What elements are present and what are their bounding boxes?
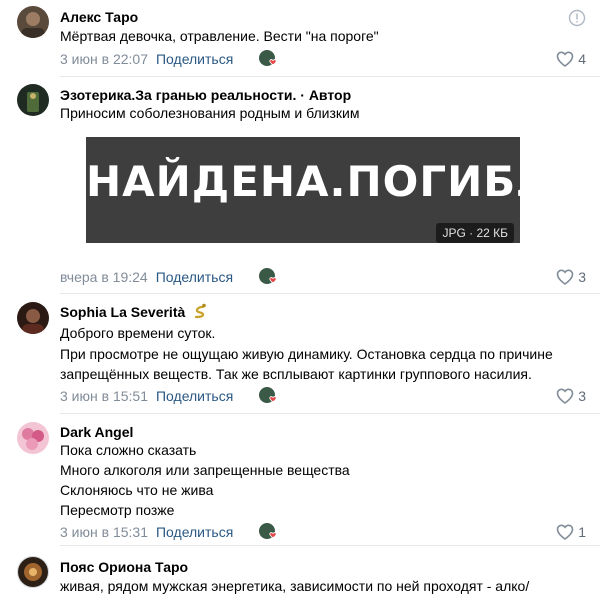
comment-item: Sophia La Severità Доброго времени суток…	[0, 294, 600, 414]
comment-meta: 3 июн в 22:07 Поделиться	[60, 50, 233, 68]
author-name[interactable]: Эзотерика.За гранью реальности.	[60, 87, 296, 103]
comments-feed: Алекс Таро Мёртвая девочка, отравление. …	[0, 0, 600, 600]
like-button[interactable]: 3	[556, 268, 586, 286]
comment-text-line: Мёртвая девочка, отравление. Вести "на п…	[60, 28, 379, 44]
like-button[interactable]: 3	[556, 387, 586, 405]
image-headline: НАЙДЕНА.ПОГИБЛА	[86, 157, 586, 206]
comment-text-line: Много алкоголя или запрещенные вещества	[60, 462, 350, 478]
comment-meta: 3 июн в 15:51 Поделиться	[60, 387, 233, 405]
like-button[interactable]: 1	[556, 523, 586, 541]
comment-item: Dark Angel Пока сложно сказать Много алк…	[0, 414, 600, 545]
comment-meta: 3 июн в 15:31 Поделиться	[60, 523, 233, 541]
comment-item: Алекс Таро Мёртвая девочка, отравление. …	[0, 0, 600, 76]
comment-text-line: Склоняюсь что не жива	[60, 482, 214, 498]
snake-emoji-icon	[195, 303, 206, 319]
share-button[interactable]: Поделиться	[156, 524, 233, 540]
comment-item: Пояс Ориона Таро живая, рядом мужская эн…	[0, 546, 600, 600]
reactions-avatar-heart-icon[interactable]	[258, 49, 280, 67]
report-icon[interactable]	[568, 9, 586, 32]
like-count: 3	[578, 388, 586, 404]
heart-outline-icon	[556, 269, 574, 285]
comment-text-line: Доброго времени суток.	[60, 325, 216, 341]
reactions-avatar-heart-icon[interactable]	[258, 522, 280, 540]
comment-date[interactable]: 3 июн в 15:51	[60, 388, 148, 404]
like-button[interactable]: 4	[556, 50, 586, 68]
heart-outline-icon	[556, 524, 574, 540]
author-role: · Автор	[296, 87, 352, 103]
avatar[interactable]	[17, 556, 49, 588]
comment-date[interactable]: 3 июн в 15:31	[60, 524, 148, 540]
comment-author[interactable]: Sophia La Severità	[60, 303, 208, 321]
reactions-avatar-heart-icon[interactable]	[258, 386, 280, 404]
comment-author[interactable]: Эзотерика.За гранью реальности. · Автор	[60, 86, 351, 104]
comment-item: Эзотерика.За гранью реальности. · Автор …	[0, 77, 600, 292]
avatar[interactable]	[17, 84, 49, 116]
image-bar	[86, 243, 520, 251]
comment-text-line: запрещённых веществ. Так же всплывают ка…	[60, 366, 532, 382]
share-button[interactable]: Поделиться	[156, 51, 233, 67]
attached-image[interactable]: НАЙДЕНА.ПОГИБЛА JPG · 22 КБ	[86, 137, 586, 251]
heart-outline-icon	[556, 388, 574, 404]
share-button[interactable]: Поделиться	[156, 269, 233, 285]
comment-text-line: При просмотре не ощущаю живую динамику. …	[60, 346, 553, 362]
comment-author[interactable]: Пояс Ориона Таро	[60, 558, 188, 576]
comment-text-line: Приносим соболезнования родным и близким	[60, 105, 360, 121]
comment-text-line: живая, рядом мужская энергетика, зависим…	[60, 578, 530, 594]
image-size-badge: JPG · 22 КБ	[436, 223, 514, 243]
heart-outline-icon	[556, 51, 574, 67]
author-name[interactable]: Sophia La Severità	[60, 304, 185, 320]
comment-meta: вчера в 19:24 Поделиться	[60, 268, 233, 286]
comment-author[interactable]: Dark Angel	[60, 423, 133, 441]
avatar[interactable]	[17, 6, 49, 38]
avatar[interactable]	[17, 422, 49, 454]
reactions-avatar-heart-icon[interactable]	[258, 267, 280, 285]
avatar[interactable]	[17, 302, 49, 334]
comment-text-line: Пересмотр позже	[60, 502, 175, 518]
comment-date[interactable]: 3 июн в 22:07	[60, 51, 148, 67]
like-count: 3	[578, 269, 586, 285]
comment-author[interactable]: Алекс Таро	[60, 8, 138, 26]
like-count: 1	[578, 524, 586, 540]
like-count: 4	[578, 51, 586, 67]
comment-date[interactable]: вчера в 19:24	[60, 269, 148, 285]
share-button[interactable]: Поделиться	[156, 388, 233, 404]
comment-text-line: Пока сложно сказать	[60, 442, 197, 458]
